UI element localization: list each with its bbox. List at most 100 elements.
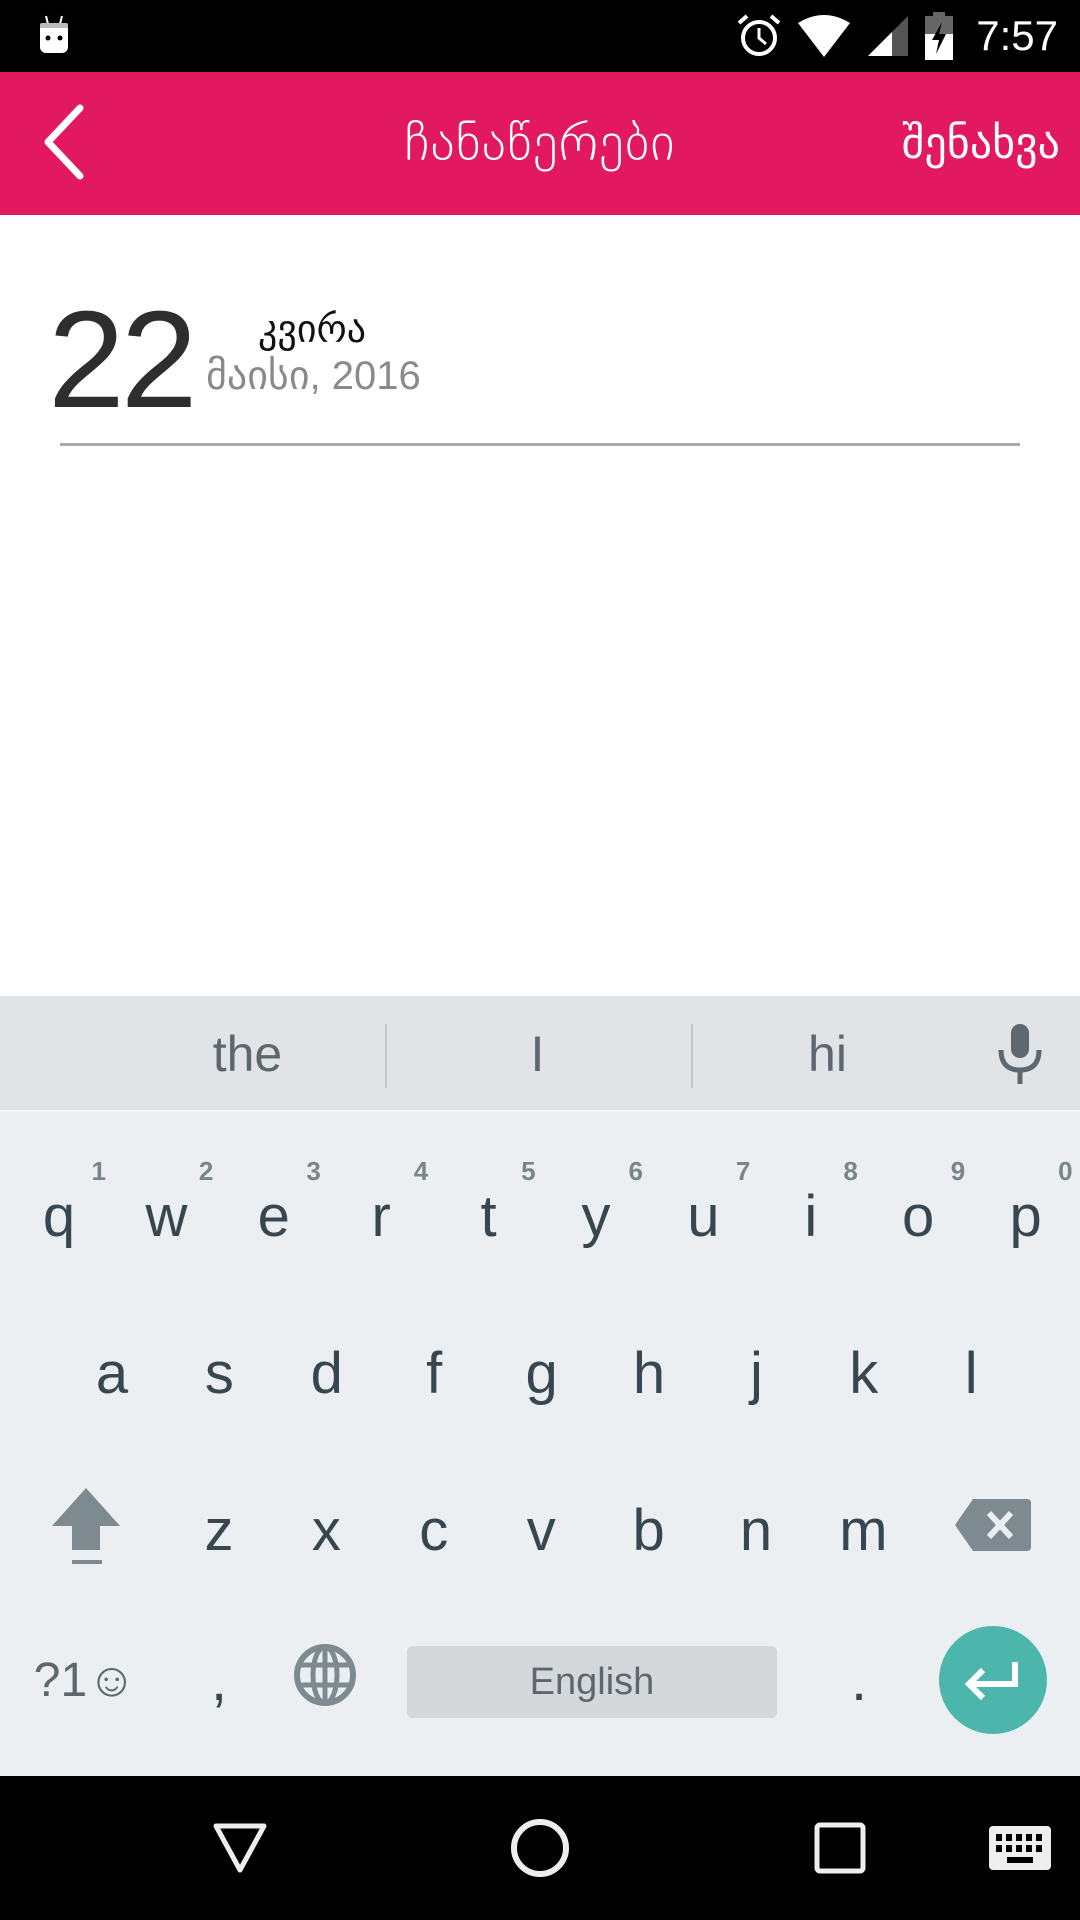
key-q[interactable]: q1 (6, 1136, 112, 1286)
microphone-icon[interactable] (985, 1020, 1055, 1090)
key-label: u (687, 1183, 720, 1249)
date-month-year: მაისი, 2016 (206, 354, 421, 398)
recents-square-icon (814, 1822, 866, 1874)
key-number-hint: 9 (950, 1156, 966, 1186)
key-label: g (525, 1340, 558, 1406)
nav-recents-button[interactable] (790, 1798, 890, 1898)
suggestion-hi[interactable]: hi (720, 996, 935, 1112)
key-label: r (371, 1183, 391, 1249)
key-number-hint: 7 (735, 1156, 751, 1186)
key-label: z (204, 1497, 234, 1563)
key-number-hint: 0 (1058, 1156, 1073, 1186)
key-m[interactable]: m (810, 1450, 916, 1600)
comma-key[interactable]: , (166, 1600, 272, 1750)
back-button[interactable] (20, 97, 110, 187)
key-label: w (145, 1183, 188, 1249)
key-number-hint: 1 (91, 1156, 106, 1186)
suggestion-i[interactable]: I (420, 996, 655, 1112)
status-bar: 7:57 (0, 0, 1080, 72)
backspace-key[interactable] (940, 1450, 1046, 1600)
key-label: j (749, 1340, 763, 1406)
android-notification-icon (40, 15, 68, 53)
key-r[interactable]: r4 (328, 1136, 434, 1286)
key-n[interactable]: n (703, 1450, 809, 1600)
key-label: s (204, 1340, 234, 1406)
key-label: y (581, 1183, 611, 1249)
enter-key[interactable] (939, 1626, 1047, 1734)
globe-icon (294, 1644, 356, 1706)
key-c[interactable]: c (381, 1450, 487, 1600)
key-label: e (257, 1183, 290, 1249)
key-t[interactable]: t5 (436, 1136, 542, 1286)
suggestion-separator (691, 1024, 693, 1088)
key-number-hint: 5 (521, 1156, 536, 1186)
key-k[interactable]: k (811, 1293, 917, 1443)
home-circle-icon (511, 1819, 569, 1877)
soft-keyboard: the I hi q1w2e3r4t5y6u7i8o9p0asdfghjklzx… (0, 996, 1080, 1776)
enter-arrow-icon (964, 1662, 1018, 1701)
nav-home-button[interactable] (490, 1798, 590, 1898)
back-triangle-icon (213, 1823, 267, 1873)
key-f[interactable]: f (381, 1293, 487, 1443)
key-v[interactable]: v (488, 1450, 594, 1600)
key-e[interactable]: e3 (221, 1136, 327, 1286)
key-w[interactable]: w2 (113, 1136, 219, 1286)
key-x[interactable]: x (273, 1450, 379, 1600)
key-s[interactable]: s (166, 1293, 272, 1443)
key-label: k (849, 1340, 879, 1406)
key-label: v (526, 1497, 556, 1563)
key-label: x (311, 1497, 341, 1563)
key-label: m (839, 1497, 888, 1563)
cellular-signal-icon (868, 16, 909, 56)
key-label: f (426, 1340, 443, 1406)
key-number-hint: 4 (413, 1156, 429, 1186)
key-u[interactable]: u7 (650, 1136, 756, 1286)
clock-time: 7:57 (976, 12, 1058, 59)
key-l[interactable]: l (918, 1293, 1024, 1443)
key-label: i (804, 1183, 818, 1249)
key-b[interactable]: b (596, 1450, 702, 1600)
keyboard-switch-icon (989, 1826, 1051, 1870)
key-z[interactable]: z (166, 1450, 272, 1600)
period-key[interactable]: . (806, 1600, 912, 1750)
language-key[interactable] (272, 1600, 378, 1750)
key-y[interactable]: y6 (543, 1136, 649, 1286)
key-label: t (480, 1183, 497, 1249)
date-weekday: კვირა (258, 307, 367, 351)
backspace-icon (955, 1499, 1031, 1551)
key-label: h (632, 1340, 666, 1406)
wifi-icon (798, 15, 851, 57)
key-number-hint: 3 (306, 1156, 321, 1186)
key-g[interactable]: g (489, 1293, 595, 1443)
key-d[interactable]: d (274, 1293, 380, 1443)
key-p[interactable]: p0 (973, 1136, 1079, 1286)
key-label: q (42, 1183, 76, 1249)
suggestion-the[interactable]: the (140, 996, 355, 1112)
nav-back-button[interactable] (190, 1798, 290, 1898)
space-bar[interactable]: English (407, 1646, 777, 1718)
nav-keyboard-switch-button[interactable] (970, 1798, 1070, 1898)
comma-key-label: , (210, 1647, 228, 1713)
shift-key[interactable] (33, 1450, 139, 1600)
key-label: p (1009, 1183, 1042, 1249)
symbols-key-label: ?1☺ (33, 1653, 137, 1707)
period-key-label: . (850, 1647, 868, 1713)
key-label: o (902, 1183, 935, 1249)
key-number-hint: 2 (198, 1156, 214, 1186)
key-j[interactable]: j (703, 1293, 809, 1443)
suggestion-separator (385, 1024, 387, 1088)
key-a[interactable]: a (59, 1293, 165, 1443)
divider (60, 443, 1020, 446)
key-label: d (310, 1340, 343, 1406)
symbols-key[interactable]: ?1☺ (25, 1600, 145, 1750)
toolbar: ჩანაწერები შენახვა (0, 72, 1080, 215)
key-i[interactable]: i8 (758, 1136, 864, 1286)
key-label: c (419, 1497, 449, 1563)
navigation-bar (0, 1776, 1080, 1920)
key-o[interactable]: o9 (865, 1136, 971, 1286)
save-button[interactable]: შენახვა (898, 72, 1064, 215)
key-number-hint: 8 (843, 1156, 858, 1186)
suggestion-strip: the I hi (0, 996, 1080, 1112)
key-number-hint: 6 (628, 1156, 643, 1186)
key-h[interactable]: h (596, 1293, 702, 1443)
